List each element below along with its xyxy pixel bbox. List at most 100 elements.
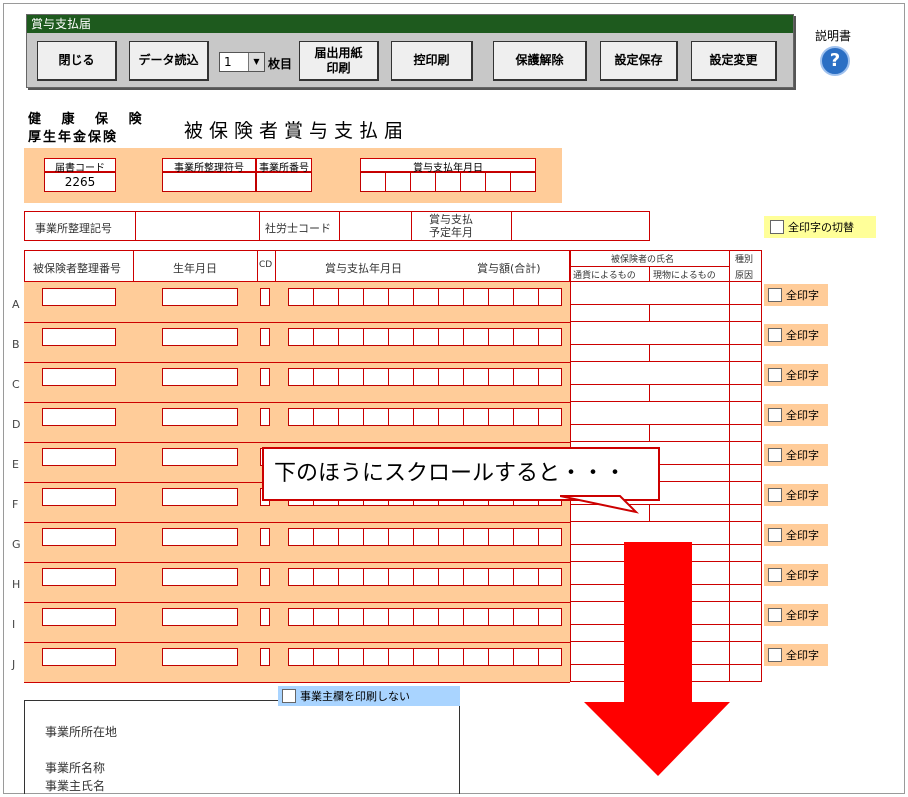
checkbox[interactable] bbox=[768, 288, 782, 302]
paydate-amount-field[interactable] bbox=[288, 408, 562, 426]
insured-no-field[interactable] bbox=[42, 288, 116, 306]
birth-date-field[interactable] bbox=[162, 608, 238, 626]
paydate-amount-field[interactable] bbox=[288, 368, 562, 386]
birth-date-field[interactable] bbox=[162, 648, 238, 666]
row-label: H bbox=[12, 578, 21, 591]
row-label: D bbox=[12, 418, 21, 431]
checkbox[interactable] bbox=[768, 408, 782, 422]
insured-no-field[interactable] bbox=[42, 528, 116, 546]
checkbox[interactable] bbox=[768, 528, 782, 542]
employer-section: 事業所所在地 事業所名称 事業主氏名 bbox=[24, 700, 460, 794]
checkbox[interactable] bbox=[770, 220, 784, 234]
divider bbox=[275, 251, 276, 281]
checkbox[interactable] bbox=[768, 368, 782, 382]
row-all-print-label: 全印字 bbox=[786, 649, 819, 662]
office-code-field[interactable] bbox=[162, 172, 256, 192]
office-number-field[interactable] bbox=[256, 172, 312, 192]
row-divider bbox=[24, 322, 570, 323]
load-data-button[interactable]: データ読込 bbox=[129, 41, 209, 81]
paydate-amount-field[interactable] bbox=[288, 648, 562, 666]
notification-code-field[interactable]: 2265 bbox=[44, 172, 116, 192]
cd-field[interactable] bbox=[260, 648, 270, 666]
row-all-print[interactable]: 全印字 bbox=[764, 404, 828, 426]
insured-no-field[interactable] bbox=[42, 408, 116, 426]
insured-no-field[interactable] bbox=[42, 368, 116, 386]
birth-date-field[interactable] bbox=[162, 488, 238, 506]
employer-no-print-toggle[interactable]: 事業主欄を印刷しない bbox=[278, 686, 460, 706]
print-copy-button[interactable]: 控印刷 bbox=[391, 41, 473, 81]
name-cell[interactable] bbox=[570, 282, 762, 322]
cd-field[interactable] bbox=[260, 408, 270, 426]
paydate-amount-field[interactable] bbox=[288, 608, 562, 626]
paydate-amount-field[interactable] bbox=[288, 288, 562, 306]
paydate-amount-field[interactable] bbox=[288, 328, 562, 346]
insured-no-field[interactable] bbox=[42, 488, 116, 506]
paydate-amount-field[interactable] bbox=[288, 528, 562, 546]
checkbox[interactable] bbox=[768, 448, 782, 462]
copies-select[interactable]: 1 ▼ bbox=[219, 52, 265, 72]
divider bbox=[729, 251, 730, 281]
birth-date-field[interactable] bbox=[162, 568, 238, 586]
table-header: 被保険者整理番号 生年月日 CD 賞与支払年月日 賞与額(合計) bbox=[24, 250, 570, 282]
name-cell[interactable] bbox=[570, 362, 762, 402]
cd-field[interactable] bbox=[260, 368, 270, 386]
name-cell[interactable] bbox=[570, 402, 762, 442]
pay-date-field[interactable] bbox=[360, 172, 536, 192]
birth-date-field[interactable] bbox=[162, 368, 238, 386]
name-cell[interactable] bbox=[570, 322, 762, 362]
row-all-print[interactable]: 全印字 bbox=[764, 444, 828, 466]
row-label: E bbox=[12, 458, 19, 471]
change-settings-button[interactable]: 設定変更 bbox=[691, 41, 777, 81]
all-print-toggle-label: 全印字の切替 bbox=[788, 221, 854, 234]
row-all-print-label: 全印字 bbox=[786, 529, 819, 542]
insured-no-field[interactable] bbox=[42, 648, 116, 666]
row-label: A bbox=[12, 298, 20, 311]
row-all-print[interactable]: 全印字 bbox=[764, 364, 828, 386]
birth-date-field[interactable] bbox=[162, 328, 238, 346]
row-all-print[interactable]: 全印字 bbox=[764, 644, 828, 666]
row-all-print[interactable]: 全印字 bbox=[764, 524, 828, 546]
cd-field[interactable] bbox=[260, 528, 270, 546]
office-mark-row: 事業所整理記号 社労士コード 賞与支払 予定年月 bbox=[24, 211, 650, 241]
save-settings-button[interactable]: 設定保存 bbox=[600, 41, 678, 81]
birth-date-field[interactable] bbox=[162, 448, 238, 466]
row-all-print[interactable]: 全印字 bbox=[764, 324, 828, 346]
row-all-print[interactable]: 全印字 bbox=[764, 484, 828, 506]
checkbox[interactable] bbox=[768, 568, 782, 582]
help-icon[interactable]: ? bbox=[820, 46, 850, 76]
birth-date-field[interactable] bbox=[162, 408, 238, 426]
birth-date-field[interactable] bbox=[162, 528, 238, 546]
checkbox[interactable] bbox=[768, 608, 782, 622]
cd-field[interactable] bbox=[260, 568, 270, 586]
insured-no-field[interactable] bbox=[42, 608, 116, 626]
row-all-print[interactable]: 全印字 bbox=[764, 564, 828, 586]
cd-field[interactable] bbox=[260, 608, 270, 626]
row-divider bbox=[24, 562, 570, 563]
checkbox[interactable] bbox=[768, 648, 782, 662]
col-kind: 種別 bbox=[735, 255, 754, 265]
divider bbox=[133, 251, 134, 281]
insured-no-field[interactable] bbox=[42, 448, 116, 466]
row-all-print[interactable]: 全印字 bbox=[764, 284, 828, 306]
print-form-button[interactable]: 届出用紙 印刷 bbox=[299, 41, 379, 81]
insured-no-field[interactable] bbox=[42, 568, 116, 586]
cd-field[interactable] bbox=[260, 328, 270, 346]
divider bbox=[257, 251, 258, 281]
checkbox[interactable] bbox=[282, 689, 296, 703]
cd-field[interactable] bbox=[260, 288, 270, 306]
birth-date-field[interactable] bbox=[162, 288, 238, 306]
owner-name-label: 事業主氏名 bbox=[45, 779, 106, 793]
checkbox[interactable] bbox=[768, 488, 782, 502]
paydate-amount-field[interactable] bbox=[288, 568, 562, 586]
row-all-print[interactable]: 全印字 bbox=[764, 604, 828, 626]
chevron-down-icon[interactable]: ▼ bbox=[248, 53, 264, 71]
col-goods: 現物によるもの bbox=[653, 271, 716, 281]
checkbox[interactable] bbox=[768, 328, 782, 342]
unprotect-button[interactable]: 保護解除 bbox=[493, 41, 587, 81]
row-label: F bbox=[12, 498, 19, 511]
divider bbox=[411, 212, 412, 240]
close-button[interactable]: 閉じる bbox=[37, 41, 117, 81]
name-header: 被保険者の氏名 通貨によるもの 現物によるもの 種別 原因 bbox=[570, 250, 762, 282]
insured-no-field[interactable] bbox=[42, 328, 116, 346]
all-print-toggle[interactable]: 全印字の切替 bbox=[764, 216, 876, 238]
